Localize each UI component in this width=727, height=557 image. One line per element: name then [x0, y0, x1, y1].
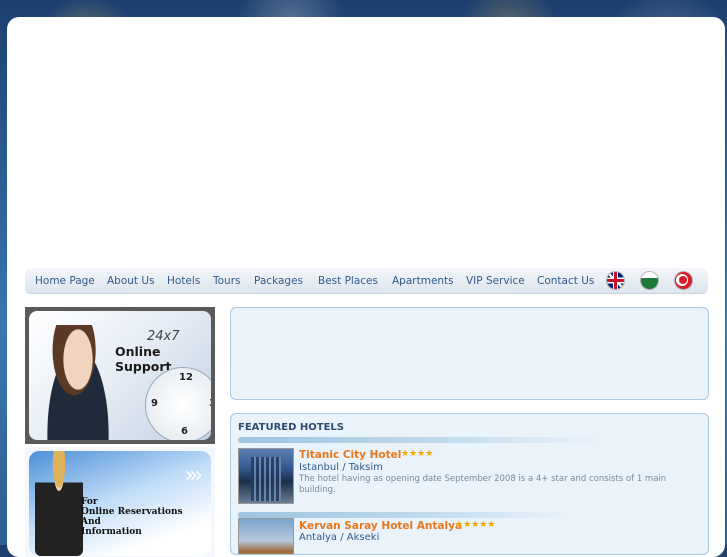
- reservations-line-3: And: [81, 517, 101, 527]
- nav-hotels[interactable]: Hotels: [167, 275, 200, 287]
- hotel-name-link[interactable]: Kervan Saray Hotel Antalya: [299, 520, 462, 532]
- support-hours-text: 24x7: [147, 329, 180, 344]
- clock-number-9: 9: [151, 398, 158, 409]
- divider: [238, 437, 598, 443]
- hotel-name-link[interactable]: Titanic City Hotel: [299, 449, 401, 461]
- clock-number-3: 3: [209, 398, 211, 409]
- clock-number-6: 6: [181, 426, 188, 437]
- hotel-image[interactable]: [238, 448, 294, 504]
- reservations-line-1: For: [81, 497, 98, 507]
- reservations-text: For Online Reservations And Information: [81, 497, 183, 537]
- hotel-location: Antalya / Akseki: [299, 532, 380, 543]
- nav-vip-service[interactable]: VIP Service: [466, 275, 525, 287]
- online-support-banner[interactable]: 24x7 Online Support 12 9 3 6: [25, 307, 215, 444]
- main-nav: Home Page About Us Hotels Tours Packages…: [25, 268, 708, 294]
- hotel-description: The hotel having as opening date Septemb…: [299, 474, 667, 495]
- star-rating-icon: ★★★★: [401, 449, 434, 459]
- uk-flag-icon[interactable]: [607, 272, 624, 289]
- star-rating-icon: ★★★★★: [455, 520, 496, 530]
- featured-hotels-box: FEATURED HOTELS Titanic City Hotel ★★★★ …: [230, 413, 709, 555]
- clock-icon: 12 9 3 6: [145, 367, 211, 440]
- reservations-line-4: Information: [81, 527, 142, 537]
- nav-apartments[interactable]: Apartments: [392, 275, 454, 287]
- reservations-person-image: [35, 451, 83, 556]
- support-agent-image: [39, 325, 117, 440]
- nav-best-places[interactable]: Best Places: [318, 275, 378, 287]
- chevrons-icon: ›››: [184, 463, 204, 488]
- banner-box: [230, 307, 709, 400]
- nav-packages[interactable]: Packages: [254, 275, 303, 287]
- nav-tours[interactable]: Tours: [213, 275, 241, 287]
- online-reservations-banner[interactable]: ››› For Online Reservations And Informat…: [25, 447, 215, 557]
- turkey-flag-icon[interactable]: [675, 272, 692, 289]
- nav-about-us[interactable]: About Us: [107, 275, 155, 287]
- saudi-flag-icon[interactable]: [641, 272, 658, 289]
- hotel-image[interactable]: [238, 518, 294, 554]
- featured-hotels-title: FEATURED HOTELS: [238, 422, 344, 433]
- online-support-image: 24x7 Online Support 12 9 3 6: [29, 311, 211, 440]
- reservations-image: ››› For Online Reservations And Informat…: [29, 451, 211, 556]
- clock-number-12: 12: [179, 372, 193, 383]
- nav-contact-us[interactable]: Contact Us: [537, 275, 594, 287]
- reservations-line-2: Online Reservations: [81, 507, 183, 517]
- nav-home-page[interactable]: Home Page: [35, 275, 95, 287]
- hotel-location: Istanbul / Taksim: [299, 462, 383, 473]
